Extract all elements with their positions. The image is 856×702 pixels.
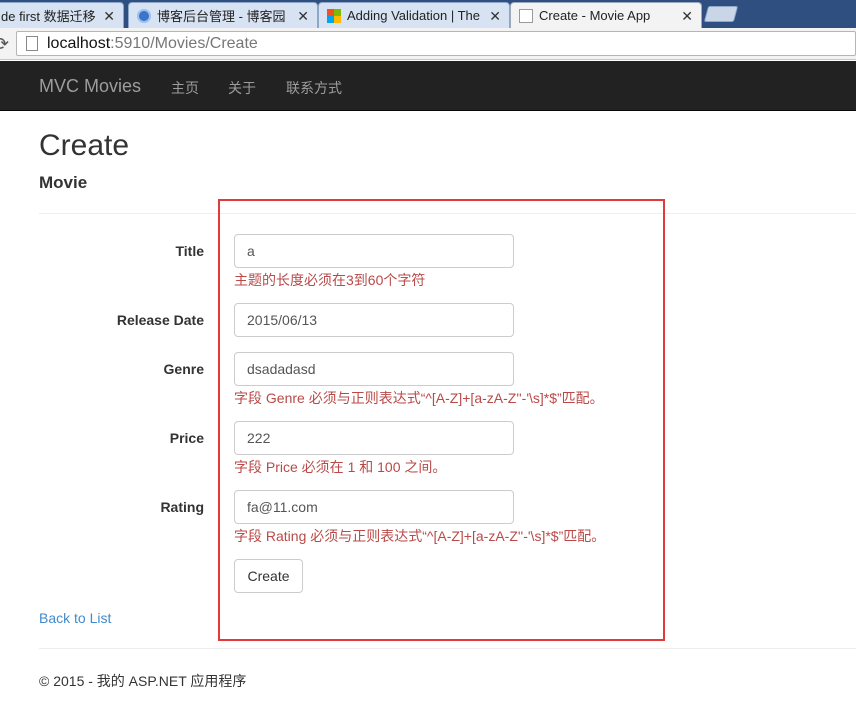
site-navbar: MVC Movies 主页 关于 联系方式 — [0, 61, 856, 111]
divider — [39, 648, 856, 649]
back-to-list-link[interactable]: Back to List — [39, 610, 111, 626]
browser-tab-blog-admin[interactable]: 博客后台管理 - 博客园 ✕ — [128, 2, 318, 28]
genre-label: Genre — [163, 361, 204, 377]
close-icon[interactable]: ✕ — [103, 9, 115, 23]
page-subtitle: Movie — [39, 173, 88, 192]
new-tab-button[interactable] — [703, 6, 739, 22]
windows-icon — [327, 8, 341, 23]
genre-input[interactable]: dsadadasd — [234, 352, 514, 386]
release-date-input[interactable]: 2015/06/13 — [234, 303, 514, 337]
close-icon[interactable]: ✕ — [489, 9, 501, 23]
release-date-label: Release Date — [116, 312, 204, 328]
url-path: :5910/Movies/Create — [110, 35, 258, 52]
genre-error: 字段 Genre 必须与正则表达式“^[A-Z]+[a-zA-Z''-'\s]*… — [234, 390, 604, 406]
navbar-brand[interactable]: MVC Movies — [39, 76, 141, 97]
footer-text: © 2015 - 我的 ASP.NET 应用程序 — [39, 673, 247, 689]
reload-icon[interactable]: ⟳ — [0, 34, 9, 55]
rating-error: 字段 Rating 必须与正则表达式“^[A-Z]+[a-zA-Z''-'\s]… — [234, 528, 606, 544]
title-input[interactable]: a — [234, 234, 514, 268]
close-icon[interactable]: ✕ — [681, 9, 693, 23]
url-input[interactable]: localhost:5910/Movies/Create — [16, 31, 856, 56]
rating-label: Rating — [160, 499, 204, 515]
title-error: 主题的长度必须在3到60个字符 — [234, 272, 426, 288]
price-input[interactable]: 222 — [234, 421, 514, 455]
create-button[interactable]: Create — [234, 559, 303, 593]
address-bar: ⟳ localhost:5910/Movies/Create — [0, 28, 856, 60]
page-title: Create — [39, 129, 130, 162]
nav-link-about[interactable]: 关于 — [228, 78, 256, 98]
tab-label: Create - Movie App — [539, 8, 651, 23]
rating-input[interactable]: fa@11.com — [234, 490, 514, 524]
title-label: Title — [175, 243, 204, 259]
page-icon — [519, 8, 533, 23]
browser-tab-adding-validation[interactable]: Adding Validation | The ✕ — [318, 2, 510, 28]
divider — [39, 213, 856, 214]
page-icon — [26, 36, 38, 51]
browser-tab-create-movie[interactable]: Create - Movie App ✕ — [510, 2, 702, 28]
nav-link-contact[interactable]: 联系方式 — [286, 78, 342, 98]
url-host: localhost — [47, 35, 111, 52]
tab-label: Adding Validation | The — [347, 8, 480, 23]
url-text: localhost:5910/Movies/Create — [47, 35, 258, 53]
browser-tabstrip: de first 数据迁移 ✕ 博客后台管理 - 博客园 ✕ Adding Va… — [0, 0, 856, 28]
close-icon[interactable]: ✕ — [297, 9, 309, 23]
price-error: 字段 Price 必须在 1 和 100 之间。 — [234, 459, 447, 475]
nav-link-home[interactable]: 主页 — [171, 78, 199, 98]
price-label: Price — [169, 430, 204, 446]
blog-icon — [137, 8, 151, 23]
tab-label: de first 数据迁移 — [1, 9, 96, 24]
tab-label: 博客后台管理 - 博客园 — [157, 9, 286, 24]
browser-tab-data-migration[interactable]: de first 数据迁移 ✕ — [0, 2, 124, 28]
